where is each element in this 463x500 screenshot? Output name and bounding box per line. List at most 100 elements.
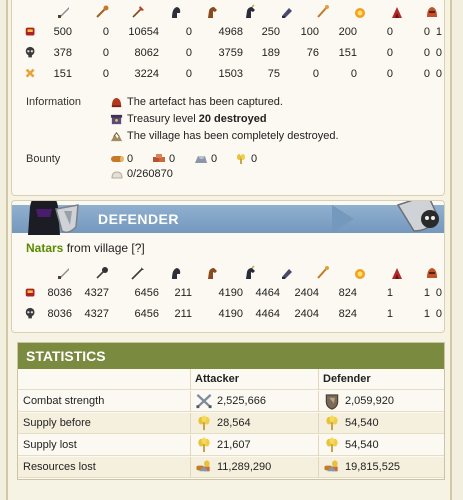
shield-skull-icon <box>396 201 439 232</box>
info-treasury-prefix: Treasury level <box>127 113 199 125</box>
sword-icon <box>58 268 69 279</box>
info-artefact-line: The artefact has been captured. <box>110 94 283 110</box>
treasury-icon <box>110 114 123 124</box>
statistics-row-label: Resources lost <box>23 461 96 473</box>
resources-icon <box>196 460 210 472</box>
resources-icon <box>324 460 338 472</box>
clay-icon <box>153 154 165 163</box>
attacker-row-wounded: 151 0 3224 0 1503 75 0 0 0 0 0 <box>12 64 446 84</box>
ram-icon <box>282 8 292 18</box>
attacker-count: 0 <box>185 26 192 38</box>
defender-count: 0 <box>435 287 442 299</box>
defender-value: 2,059,920 <box>345 395 394 407</box>
shield-icon <box>325 394 339 410</box>
statistics-title: STATISTICS <box>26 348 106 364</box>
horse-icon <box>208 7 217 18</box>
chief-icon <box>355 8 365 18</box>
knight-icon <box>246 265 255 279</box>
ram-icon <box>282 269 292 279</box>
crop-icon <box>198 437 210 453</box>
column-defender: Defender <box>323 373 371 385</box>
attacker-count: 0 <box>435 47 442 59</box>
statistics-row-label: Supply before <box>23 417 91 429</box>
crossed-swords-icon <box>196 394 212 409</box>
chief-icon <box>355 269 365 279</box>
attacker-count: 0 <box>102 47 109 59</box>
statistics-row: Supply before 28,564 54,540 <box>18 413 444 434</box>
catapult-icon <box>317 266 329 279</box>
info-village-text: The village has been completely destroye… <box>127 130 339 142</box>
attacker-value: 28,564 <box>217 417 251 429</box>
defender-row-dead: 8036 4327 6456 211 4190 4464 2404 824 1 1 0 <box>12 304 444 324</box>
wood-icon <box>111 156 124 163</box>
hero-icon <box>427 7 437 17</box>
attacker-unit-header <box>12 2 446 22</box>
defender-count: 4327 <box>84 287 109 299</box>
attacker-count: 75 <box>267 68 280 80</box>
carry-capacity-icon <box>111 171 123 179</box>
bounty-crop: 0 <box>234 152 257 166</box>
defender-count: 4464 <box>255 308 280 320</box>
attacker-count: 0 <box>435 68 442 80</box>
attacker-value: 11,289,290 <box>217 461 272 473</box>
knight-icon <box>246 4 255 18</box>
crop-icon <box>198 415 210 431</box>
statistics-header: STATISTICS <box>18 343 444 369</box>
statistics-row: Resources lost 11,289,290 19,815,525 <box>18 457 444 478</box>
column-attacker: Attacker <box>195 373 240 385</box>
defender-knight-portrait-icon <box>28 201 79 235</box>
axe-icon <box>132 6 144 18</box>
attacker-count: 0 <box>185 47 192 59</box>
horse-icon <box>208 268 217 279</box>
crop-icon <box>326 437 338 453</box>
club-icon <box>96 5 109 18</box>
defender-count: 211 <box>174 287 192 299</box>
attacker-panel: 500 0 10654 0 4968 250 100 200 0 0 1 378 0 8062 0 3759 1… <box>11 0 445 196</box>
bounty-label: Bounty <box>26 153 61 165</box>
defender-value: 19,815,525 <box>345 461 401 473</box>
statistics-row: Supply lost 21,607 54,540 <box>18 435 444 456</box>
scout-icon <box>172 7 181 18</box>
attacker-count: 0 <box>102 68 109 80</box>
attacker-count: 1 <box>435 26 442 38</box>
info-artefact-text: The artefact has been captured. <box>127 96 283 108</box>
statistics-row: Combat strength 2,525,666 2,059,920 <box>18 391 444 412</box>
statistics-row-label: Combat strength <box>23 395 105 407</box>
defender-value: 54,540 <box>345 417 379 429</box>
crop-icon <box>326 415 338 431</box>
attacker-count: 0 <box>102 26 109 38</box>
defender-row-troops: 8036 4327 6456 211 4190 4464 2404 824 1 1 0 <box>12 283 444 303</box>
attacker-count: 250 <box>261 26 280 38</box>
defender-banner-arrow <box>332 205 354 233</box>
attacker-row-dead: 378 0 8062 0 3759 189 76 151 0 0 0 <box>12 43 446 63</box>
attacker-count: 0 <box>185 68 192 80</box>
attacker-value: 21,607 <box>217 439 251 451</box>
defender-owner-link[interactable]: Natars <box>26 241 63 255</box>
catapult-icon <box>317 5 329 18</box>
bounty-iron: 0 <box>194 152 217 166</box>
statistics-table: STATISTICS Attacker Defender Combat stre… <box>17 342 445 480</box>
sword-icon <box>58 7 69 18</box>
spear-icon <box>131 267 144 280</box>
info-treasury-value: 20 destroyed <box>198 113 267 125</box>
scout-icon <box>172 268 181 279</box>
defender-panel: DEFENDER Natars from village [?] 8036 432… <box>11 200 445 333</box>
defender-unit-header <box>12 263 444 283</box>
crop-icon <box>237 154 245 165</box>
village-destroyed-icon <box>110 131 123 141</box>
defender-count: 4464 <box>255 287 280 299</box>
helmet-icon <box>111 97 122 107</box>
defender-title: DEFENDER <box>98 211 180 227</box>
defender-owner: Natars from village [?] <box>26 241 145 255</box>
bounty-wood: 0 <box>110 152 133 166</box>
info-treasury-line: Treasury level 20 destroyed <box>110 111 267 127</box>
statistics-row-label: Supply lost <box>23 439 77 451</box>
info-village-line: The village has been completely destroye… <box>110 128 339 144</box>
attacker-row-troops: 500 0 10654 0 4968 250 100 200 0 0 1 <box>12 22 446 42</box>
defender-value: 54,540 <box>345 439 379 451</box>
bounty-clay: 0 <box>152 152 175 166</box>
settler-icon <box>392 7 402 18</box>
defender-count: 0 <box>435 308 442 320</box>
mace-icon <box>96 267 108 279</box>
bounty-capacity: 0/260870 <box>110 167 173 181</box>
